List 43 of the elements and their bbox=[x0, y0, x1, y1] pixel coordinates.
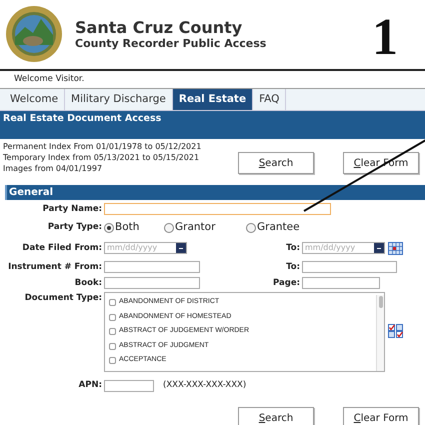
section-title: Real Estate Document Access bbox=[2, 112, 162, 126]
search-button[interactable]: Search bbox=[238, 407, 314, 425]
party-type-radio[interactable]: Both bbox=[104, 220, 164, 236]
field-label: To: bbox=[285, 242, 301, 255]
book-field[interactable] bbox=[104, 276, 200, 289]
nav-tab[interactable]: Welcome bbox=[4, 89, 66, 110]
select-all-checkboxes-icon[interactable] bbox=[388, 324, 404, 338]
site-title: Santa Cruz County bbox=[75, 18, 244, 36]
field-label: Party Name: bbox=[42, 203, 103, 216]
clear-form-button[interactable]: Clear Form bbox=[343, 407, 419, 425]
field-label: Document Type: bbox=[24, 292, 103, 306]
field-label: Date Filed From: bbox=[21, 242, 103, 255]
field-label: Party Type: bbox=[46, 221, 103, 234]
field-label: To: bbox=[285, 260, 301, 274]
index-info-text: Images from 04/01/1997 bbox=[2, 163, 104, 174]
date-placeholder: mm/dd/yyyy bbox=[304, 243, 356, 254]
county-seal-logo bbox=[5, 5, 63, 63]
annotation-number: 1 bbox=[372, 8, 398, 68]
date-placeholder: mm/dd/yyyy bbox=[106, 243, 158, 254]
nav-tab[interactable]: Real Estate bbox=[172, 89, 254, 110]
search-button[interactable]: Search bbox=[238, 152, 314, 174]
calendar-icon[interactable] bbox=[388, 242, 403, 255]
index-info-text: Temporary Index from 05/13/2021 to 05/15/2021 bbox=[2, 152, 200, 163]
party-type-radio[interactable]: Grantor bbox=[164, 220, 246, 236]
scrollbar[interactable] bbox=[376, 295, 384, 372]
welcome-text: Welcome Visitor. bbox=[14, 73, 84, 86]
general-title: General bbox=[8, 186, 53, 198]
party-name-field[interactable] bbox=[104, 203, 331, 216]
field-label: Instrument # From: bbox=[7, 260, 103, 274]
instrument-from-field[interactable] bbox=[104, 261, 200, 274]
nav-tab[interactable]: FAQ bbox=[253, 89, 286, 110]
dropdown-icon bbox=[176, 243, 186, 254]
index-info-text: Permanent Index From 01/01/1978 to 05/12/2021 bbox=[2, 141, 202, 152]
dropdown-icon bbox=[374, 243, 384, 254]
field-label: APN: bbox=[78, 379, 103, 392]
field-label: Book: bbox=[74, 276, 103, 290]
apn-format-hint: (XXX-XXX-XXX-XXX) bbox=[163, 379, 246, 392]
site-subtitle: County Recorder Public Access bbox=[75, 36, 266, 50]
instrument-to-field[interactable] bbox=[302, 261, 397, 274]
party-type-radio[interactable]: Grantee bbox=[246, 220, 316, 236]
page-field[interactable] bbox=[302, 276, 380, 289]
apn-field[interactable] bbox=[104, 380, 154, 392]
field-label: Page: bbox=[272, 276, 301, 290]
